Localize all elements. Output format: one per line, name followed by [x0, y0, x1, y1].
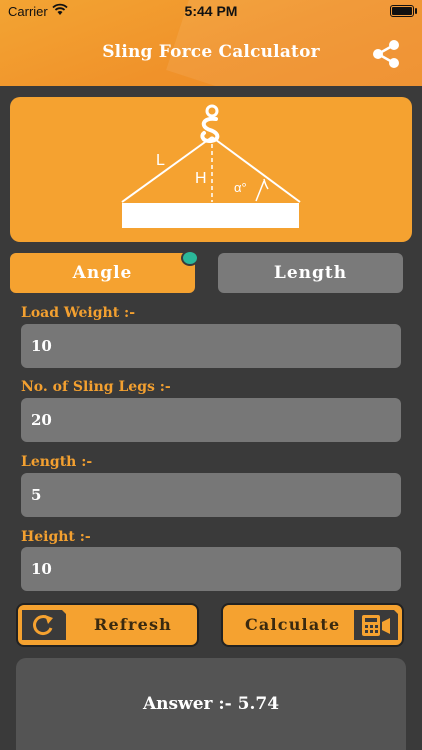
calculator-icon — [354, 610, 398, 640]
load-weight-label: Load Weight :- — [21, 305, 136, 321]
calculate-button[interactable]: Calculate — [221, 603, 404, 647]
hook-icon — [200, 104, 220, 144]
tab-angle[interactable]: Angle — [10, 253, 195, 293]
page-title: Sling Force Calculator — [102, 42, 320, 62]
share-icon[interactable] — [370, 38, 402, 70]
status-time: 5:44 PM — [184, 3, 238, 19]
tab-length-label: Length — [273, 263, 348, 283]
selected-indicator — [181, 250, 199, 266]
sling-legs-input[interactable] — [21, 398, 401, 442]
calculate-button-label: Calculate — [245, 615, 341, 634]
sling-diagram: L H α° — [10, 97, 412, 242]
height-label: Height :- — [21, 529, 91, 545]
tab-angle-label: Angle — [72, 263, 133, 283]
angle-symbol: α° — [234, 180, 247, 195]
length-input[interactable] — [21, 473, 401, 517]
tab-length[interactable]: Length — [218, 253, 403, 293]
battery-icon — [390, 5, 417, 17]
sling-diagram-graphic: L H α° — [121, 104, 301, 228]
status-bar: Carrier 5:44 PM — [0, 0, 422, 22]
refresh-button-label: Refresh — [94, 615, 173, 634]
answer-panel: Answer :- 5.74 — [16, 658, 406, 750]
refresh-button[interactable]: Refresh — [16, 603, 199, 647]
sling-legs-label: No. of Sling Legs :- — [21, 379, 171, 395]
length-label: Length :- — [21, 454, 93, 470]
length-symbol: L — [156, 152, 165, 169]
height-input[interactable] — [21, 547, 401, 591]
height-symbol: H — [195, 170, 207, 187]
refresh-icon — [22, 610, 66, 640]
answer-text: Answer :- 5.74 — [142, 694, 280, 714]
load-weight-input[interactable] — [21, 324, 401, 368]
